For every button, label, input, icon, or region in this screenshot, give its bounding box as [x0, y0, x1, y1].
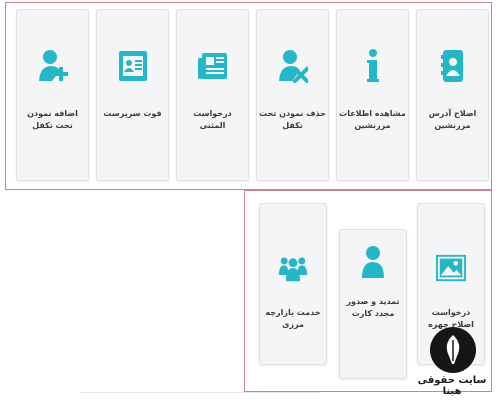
- picture-icon: [436, 248, 466, 288]
- divider: [80, 392, 320, 393]
- tile-view-info[interactable]: مشاهده اطلاعات مرزنشین: [336, 9, 409, 181]
- tile-label: خدمت بازارچه مرزی: [265, 308, 321, 329]
- newspaper-icon: [197, 46, 228, 86]
- address-book-person-icon: [438, 46, 468, 86]
- brand-badge: سایت حقوقی هینا: [410, 327, 494, 397]
- tile-label: مشاهده اطلاعات مرزنشین: [339, 109, 406, 130]
- tile-card-renewal[interactable]: تمدید و صدور مجدد کارت: [339, 229, 407, 379]
- remove-person-icon: [278, 46, 308, 86]
- add-person-icon: [38, 46, 68, 86]
- services-panel-top: اصلاح آدرس مرزنشین مشاهده اطلاعات مرزنشی…: [5, 2, 492, 190]
- tile-edit-address[interactable]: اصلاح آدرس مرزنشین: [416, 9, 489, 181]
- tile-label: تمدید و صدور مجدد کارت: [346, 297, 400, 318]
- tile-label: اضافه نمودن تحت تکفل: [27, 109, 78, 130]
- quill-logo-icon: [430, 327, 476, 373]
- person-icon: [358, 242, 388, 282]
- tile-label: درخواست المثنی: [193, 109, 232, 130]
- id-card-icon: [118, 46, 148, 86]
- group-icon: [278, 248, 308, 288]
- tile-add-dependent[interactable]: اضافه نمودن تحت تکفل: [16, 9, 89, 181]
- brand-name: سایت حقوقی هینا: [417, 375, 487, 397]
- tile-duplicate-request[interactable]: درخواست المثنی: [176, 9, 249, 181]
- tile-label: فوت سرپرست: [103, 109, 162, 118]
- tile-remove-dependent[interactable]: حذف نمودن تحت تکفل: [256, 9, 329, 181]
- tile-label: حذف نمودن تحت تکفل: [259, 109, 326, 130]
- tile-border-market[interactable]: خدمت بازارچه مرزی: [259, 203, 327, 365]
- tile-label: اصلاح آدرس مرزنشین: [428, 109, 477, 130]
- tile-guardian-death[interactable]: فوت سرپرست: [96, 9, 169, 181]
- info-icon: [358, 46, 388, 86]
